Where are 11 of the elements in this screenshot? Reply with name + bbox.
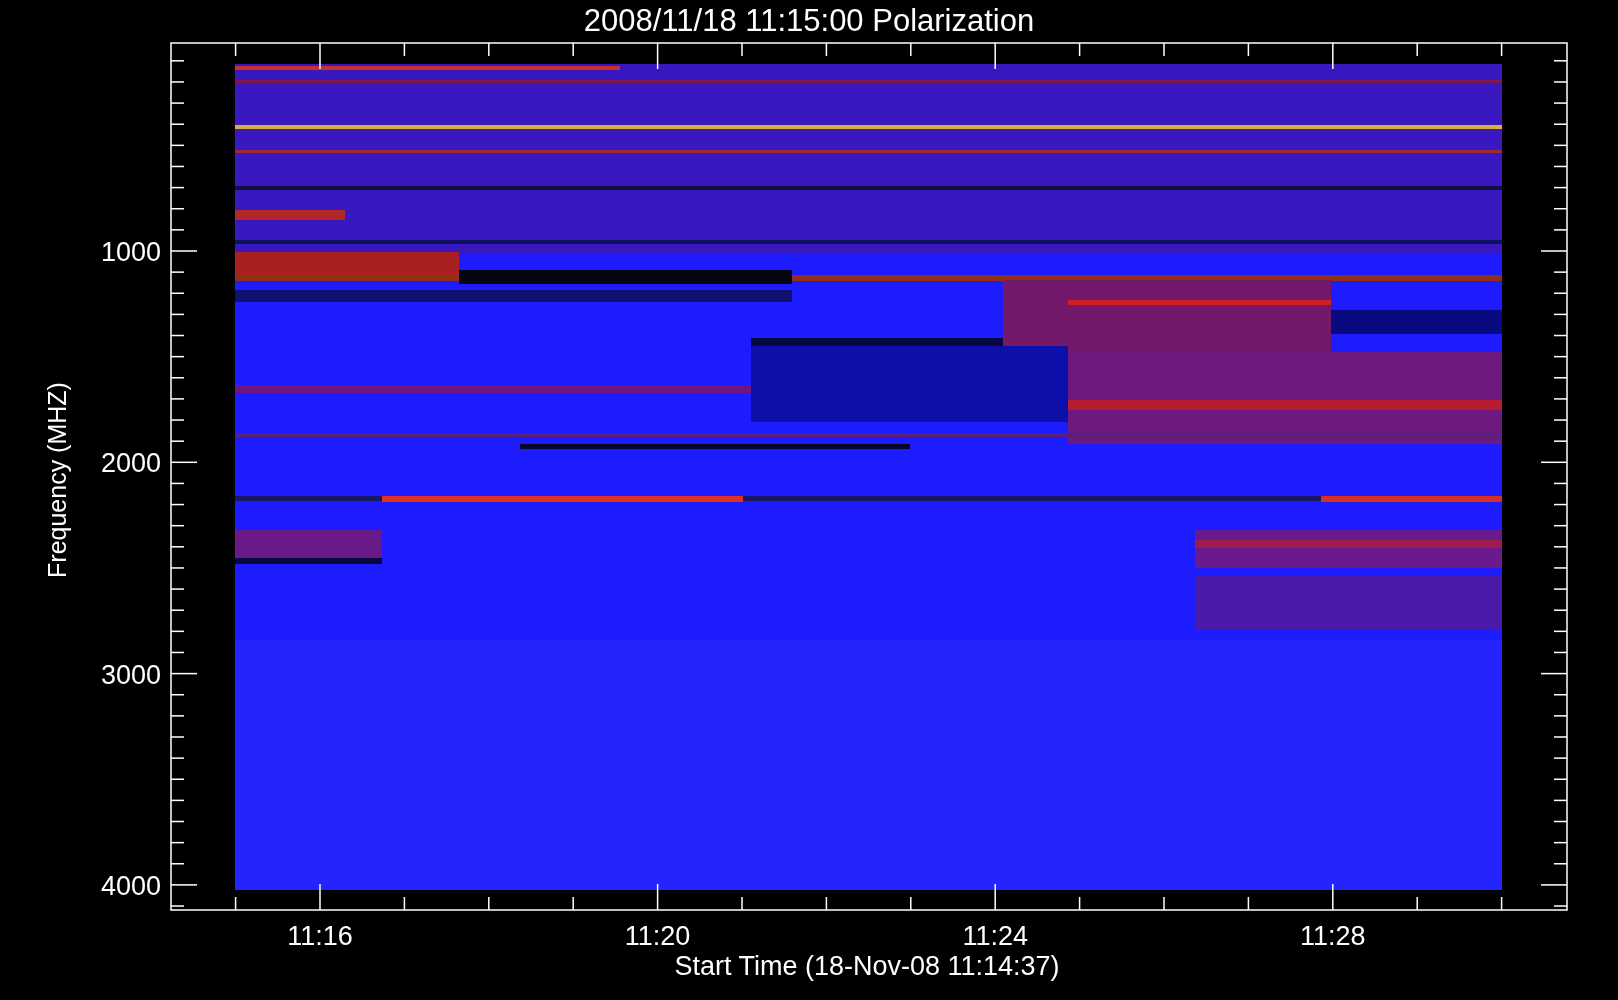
plot-title: 2008/11/18 11:15:00 Polarization	[583, 3, 1035, 38]
x-tick-label: 11:20	[624, 921, 691, 951]
x-tick-label: 11:16	[287, 921, 353, 951]
y-axis-label: Frequency (MHZ)	[43, 382, 71, 578]
y-tick-label: 2000	[100, 448, 161, 479]
y-tick-label: 3000	[100, 659, 161, 690]
x-tick-label: 11:28	[1300, 921, 1366, 951]
y-tick-label: 1000	[100, 237, 161, 267]
x-axis-label: Start Time (18-Nov-08 11:14:37)	[674, 951, 1060, 981]
y-tick-label: 4000	[100, 870, 161, 901]
x-tick-label: 11:24	[962, 921, 1028, 951]
